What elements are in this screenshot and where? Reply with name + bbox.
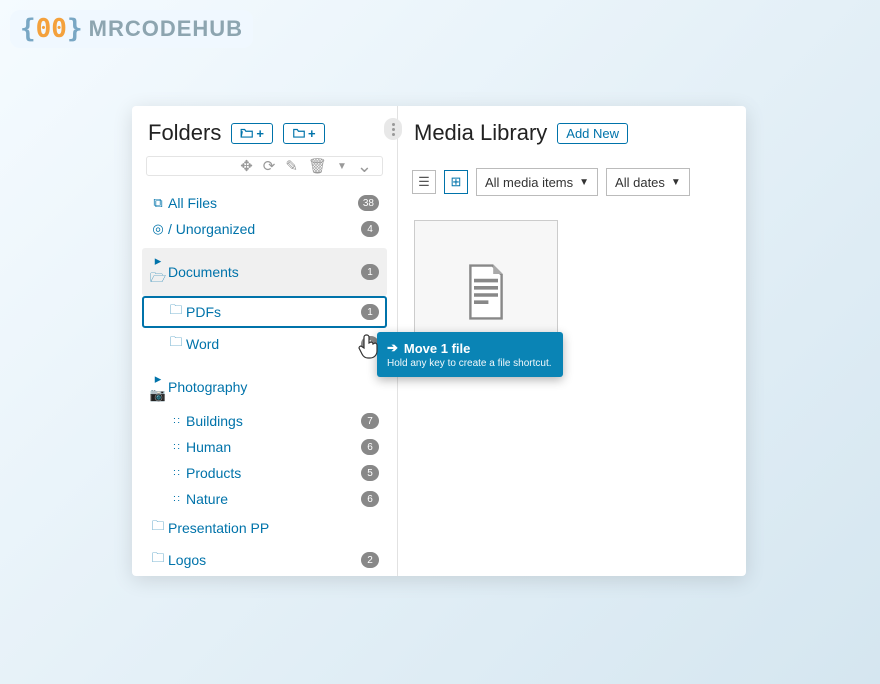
pane-resize-handle[interactable] bbox=[384, 118, 402, 140]
count-badge: 6 bbox=[361, 491, 379, 507]
count-badge: 6 bbox=[361, 439, 379, 455]
list-view-button[interactable]: ☰ bbox=[412, 170, 436, 194]
grid-icon: ∷ bbox=[166, 494, 186, 505]
drag-move-tooltip: ➔ Move 1 file Hold any key to create a f… bbox=[377, 332, 563, 377]
count-badge: 38 bbox=[358, 195, 379, 211]
delete-icon[interactable]: 🗑 bbox=[308, 157, 327, 175]
count-badge: 5 bbox=[361, 465, 379, 481]
media-title: Media Library bbox=[414, 120, 547, 146]
count-badge: 1 bbox=[361, 264, 379, 280]
tree-buildings[interactable]: ∷ Buildings 7 bbox=[142, 408, 387, 434]
tree-label: Documents bbox=[168, 264, 361, 280]
tree-label: Presentation PP bbox=[168, 520, 379, 536]
tree-label: PDFs bbox=[186, 304, 361, 320]
count-badge: 1 bbox=[361, 304, 379, 320]
grid-icon: ∷ bbox=[166, 416, 186, 427]
caret-down-icon[interactable]: ▼ bbox=[337, 161, 347, 172]
folder-open-icon bbox=[240, 127, 254, 139]
folder-icon bbox=[292, 127, 306, 139]
media-type-filter[interactable]: All media items ▼ bbox=[476, 168, 598, 196]
rename-icon[interactable]: ✎ bbox=[285, 157, 298, 175]
folder-icon: 🗀 bbox=[148, 549, 168, 571]
tree-nature[interactable]: ∷ Nature 6 bbox=[142, 486, 387, 512]
grid-icon: ∷ bbox=[166, 468, 186, 479]
brand-logo: {00} MRCODEHUB bbox=[10, 10, 253, 48]
folder-icon: 🗀 bbox=[166, 301, 186, 323]
target-icon: ◎ bbox=[148, 221, 168, 237]
folder-tree: ⧉ All Files 38 ◎ / Unorganized 4 ▸ 🗁 Doc… bbox=[132, 186, 397, 590]
folder-open-icon: ▸ 🗁 bbox=[148, 253, 168, 291]
count-badge: 2 bbox=[361, 552, 379, 568]
dropdown-label: All media items bbox=[485, 175, 573, 190]
media-header: Media Library Add New bbox=[398, 106, 746, 156]
folder-icon: 🗀 bbox=[148, 517, 168, 539]
tree-photography[interactable]: ▸ 📷 Photography bbox=[142, 366, 387, 408]
tree-unorganized[interactable]: ◎ / Unorganized 4 bbox=[142, 216, 387, 242]
dropdown-label: All dates bbox=[615, 175, 665, 190]
tree-label: Photography bbox=[168, 379, 379, 395]
new-subfolder-button[interactable]: + bbox=[283, 123, 325, 144]
tree-label: Nature bbox=[186, 491, 361, 507]
count-badge: 4 bbox=[361, 221, 379, 237]
media-toolbar: ☰ ⊞ All media items ▼ All dates ▼ bbox=[398, 156, 746, 208]
tooltip-hint: Hold any key to create a file shortcut. bbox=[387, 358, 553, 369]
folder-action-toolbar: ✥ ⟳ ✎ 🗑 ▼ ⌄ bbox=[146, 156, 383, 176]
tree-label: Buildings bbox=[186, 413, 361, 429]
folders-header: Folders + + bbox=[132, 106, 397, 156]
caret-down-icon: ▼ bbox=[579, 177, 589, 188]
tree-products[interactable]: ∷ Products 5 bbox=[142, 460, 387, 486]
folders-title: Folders bbox=[148, 120, 221, 146]
tree-logos[interactable]: 🗀 Logos 2 bbox=[142, 544, 387, 576]
new-folder-plus-button[interactable]: + bbox=[231, 123, 273, 144]
copy-icon: ⧉ bbox=[148, 195, 168, 211]
camera-icon: ▸ 📷 bbox=[148, 371, 168, 403]
tree-label: All Files bbox=[168, 195, 358, 211]
date-filter[interactable]: All dates ▼ bbox=[606, 168, 690, 196]
more-icon[interactable]: ⌄ bbox=[357, 161, 372, 171]
count-badge: 7 bbox=[361, 413, 379, 429]
brand-name: MRCODEHUB bbox=[89, 16, 243, 42]
document-icon bbox=[461, 262, 511, 322]
tree-label: Products bbox=[186, 465, 361, 481]
brand-glyph: {00} bbox=[20, 14, 83, 44]
refresh-icon[interactable]: ⟳ bbox=[263, 157, 276, 175]
grid-view-button[interactable]: ⊞ bbox=[444, 170, 468, 194]
arrow-right-icon: ➔ bbox=[387, 340, 398, 356]
tree-presentation[interactable]: 🗀 Presentation PP bbox=[142, 512, 387, 544]
folder-icon: 🗀 bbox=[166, 333, 186, 355]
tree-label: / Unorganized bbox=[168, 221, 361, 237]
tree-human[interactable]: ∷ Human 6 bbox=[142, 434, 387, 460]
caret-down-icon: ▼ bbox=[671, 177, 681, 188]
pointer-cursor-icon bbox=[358, 332, 382, 360]
tree-documents[interactable]: ▸ 🗁 Documents 1 bbox=[142, 248, 387, 296]
tree-label: Word bbox=[186, 336, 361, 352]
tooltip-title: Move 1 file bbox=[404, 341, 470, 356]
tree-word[interactable]: 🗀 Word 1 bbox=[142, 328, 387, 360]
tree-label: Human bbox=[186, 439, 361, 455]
tree-label: Logos bbox=[168, 552, 361, 568]
move-icon[interactable]: ✥ bbox=[240, 157, 253, 175]
tree-pdfs[interactable]: 🗀 PDFs 1 bbox=[142, 296, 387, 328]
add-new-button[interactable]: Add New bbox=[557, 123, 628, 144]
grid-icon: ∷ bbox=[166, 442, 186, 453]
tree-all-files[interactable]: ⧉ All Files 38 bbox=[142, 190, 387, 216]
